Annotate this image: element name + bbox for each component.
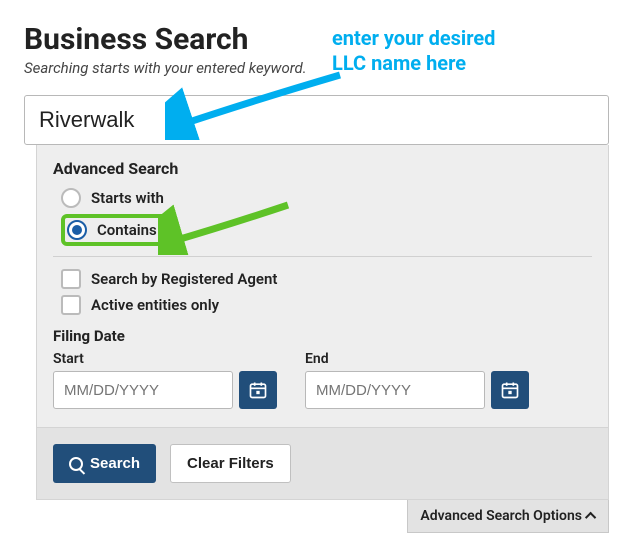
advanced-search-panel: Advanced Search Starts with Contains Sea…	[36, 145, 609, 428]
checkbox-active-label: Active entities only	[91, 296, 219, 314]
clear-filters-button[interactable]: Clear Filters	[170, 444, 291, 483]
advanced-options-toggle[interactable]: Advanced Search Options	[407, 500, 609, 533]
annotation-text: enter your desired LLC name here	[332, 26, 495, 76]
end-date-label: End	[305, 351, 529, 367]
page-subtitle: Searching starts with your entered keywo…	[24, 59, 616, 77]
divider	[53, 256, 592, 257]
radio-contains[interactable]: Contains	[61, 214, 169, 246]
checkbox-icon	[61, 269, 81, 289]
end-date-input[interactable]	[305, 371, 485, 409]
checkbox-registered-agent[interactable]: Search by Registered Agent	[53, 269, 592, 289]
checkbox-icon	[61, 295, 81, 315]
radio-startswith-label: Starts with	[91, 189, 164, 207]
checkbox-active-only[interactable]: Active entities only	[53, 295, 592, 315]
radio-contains-label: Contains	[97, 221, 157, 239]
button-bar: Search Clear Filters	[36, 428, 609, 500]
page-title: Business Search	[24, 22, 616, 57]
advanced-options-label: Advanced Search Options	[420, 508, 582, 524]
search-button[interactable]: Search	[53, 444, 156, 483]
radio-icon	[61, 188, 81, 208]
clear-button-label: Clear Filters	[187, 455, 274, 472]
search-icon	[69, 457, 83, 471]
start-date-calendar-button[interactable]	[239, 371, 277, 409]
advanced-title: Advanced Search	[53, 159, 592, 178]
filing-date-title: Filing Date	[53, 327, 592, 345]
calendar-icon	[500, 380, 520, 400]
radio-icon-selected	[67, 220, 87, 240]
checkbox-agent-label: Search by Registered Agent	[91, 270, 277, 288]
start-date-input[interactable]	[53, 371, 233, 409]
search-input[interactable]	[24, 95, 609, 145]
calendar-icon	[248, 380, 268, 400]
chevron-up-icon	[585, 512, 596, 523]
radio-startswith[interactable]: Starts with	[53, 188, 592, 208]
search-button-label: Search	[90, 455, 140, 472]
start-date-label: Start	[53, 351, 277, 367]
end-date-calendar-button[interactable]	[491, 371, 529, 409]
